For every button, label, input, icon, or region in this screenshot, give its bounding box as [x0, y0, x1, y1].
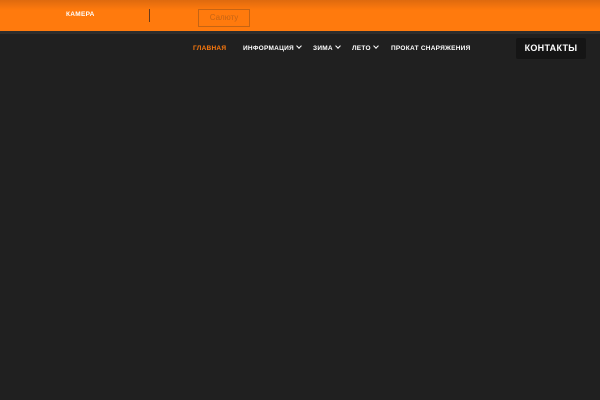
contacts-button[interactable]: КОНТАКТЫ	[516, 38, 586, 59]
top-bar-shade	[0, 0, 600, 10]
nav-item-label: ПРОКАТ СНАРЯЖЕНИЯ	[391, 45, 471, 52]
chevron-down-icon	[335, 43, 341, 49]
top-bar: КАМЕРА Салюту	[0, 0, 600, 31]
nav-item-label: ГЛАВНАЯ	[193, 45, 227, 52]
nav-divider	[0, 31, 600, 34]
nav-item-label: ИНФОРМАЦИЯ	[243, 45, 294, 52]
chevron-down-icon	[372, 43, 379, 49]
chevron-down-icon	[296, 43, 302, 49]
camera-link[interactable]: КАМЕРА	[66, 11, 95, 18]
top-bar-divider	[149, 9, 150, 22]
nav-item-home[interactable]: ГЛАВНАЯ	[193, 44, 226, 54]
nav-item-rental[interactable]: ПРОКАТ СНАРЯЖЕНИЯ	[391, 44, 471, 54]
nav-item-info[interactable]: ИНФОРМАЦИЯ	[243, 43, 302, 54]
nav-item-summer[interactable]: ЛЕТО	[352, 43, 379, 54]
nav-item-label: ЗИМА	[313, 45, 333, 52]
nav-item-label: ЛЕТО	[352, 45, 371, 52]
page: КАМЕРА Салюту ГЛАВНАЯ ИНФОРМАЦИЯ ЗИМА ЛЕ…	[0, 0, 600, 400]
main-nav: ГЛАВНАЯ ИНФОРМАЦИЯ ЗИМА ЛЕТО ПРОКАТ СНАР…	[0, 43, 600, 56]
logo[interactable]: Салюту	[198, 9, 250, 27]
nav-item-winter[interactable]: ЗИМА	[313, 43, 341, 54]
